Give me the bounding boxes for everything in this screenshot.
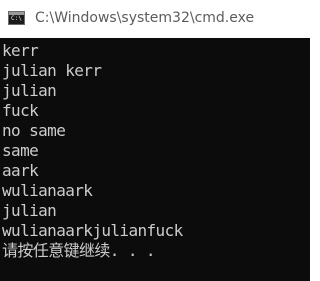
- console-line: kerr: [2, 41, 39, 60]
- console-lines: kerr julian kerr julian fuck no same sam…: [2, 41, 183, 261]
- console-line: no same: [2, 121, 66, 140]
- console-line: fuck: [2, 101, 39, 120]
- window-title: C:\Windows\system32\cmd.exe: [35, 10, 255, 26]
- console-output[interactable]: kerr julian kerr julian fuck no same sam…: [0, 38, 310, 281]
- title-bar[interactable]: C:\ C:\Windows\system32\cmd.exe: [0, 0, 310, 38]
- cmd-window: C:\ C:\Windows\system32\cmd.exe kerr jul…: [0, 0, 310, 281]
- console-prompt-line: 请按任意键继续. . .: [2, 241, 156, 260]
- console-line: julian kerr: [2, 61, 102, 80]
- console-line: same: [2, 141, 39, 160]
- console-line: julian: [2, 81, 57, 100]
- cmd-icon[interactable]: C:\: [8, 11, 25, 25]
- console-line: wulianaarkjulianfuck: [2, 221, 183, 240]
- console-line: aark: [2, 161, 39, 180]
- console-line: julian: [2, 201, 57, 220]
- console-line: wulianaark: [2, 181, 93, 200]
- cmd-icon-prompt: C:\: [11, 15, 22, 22]
